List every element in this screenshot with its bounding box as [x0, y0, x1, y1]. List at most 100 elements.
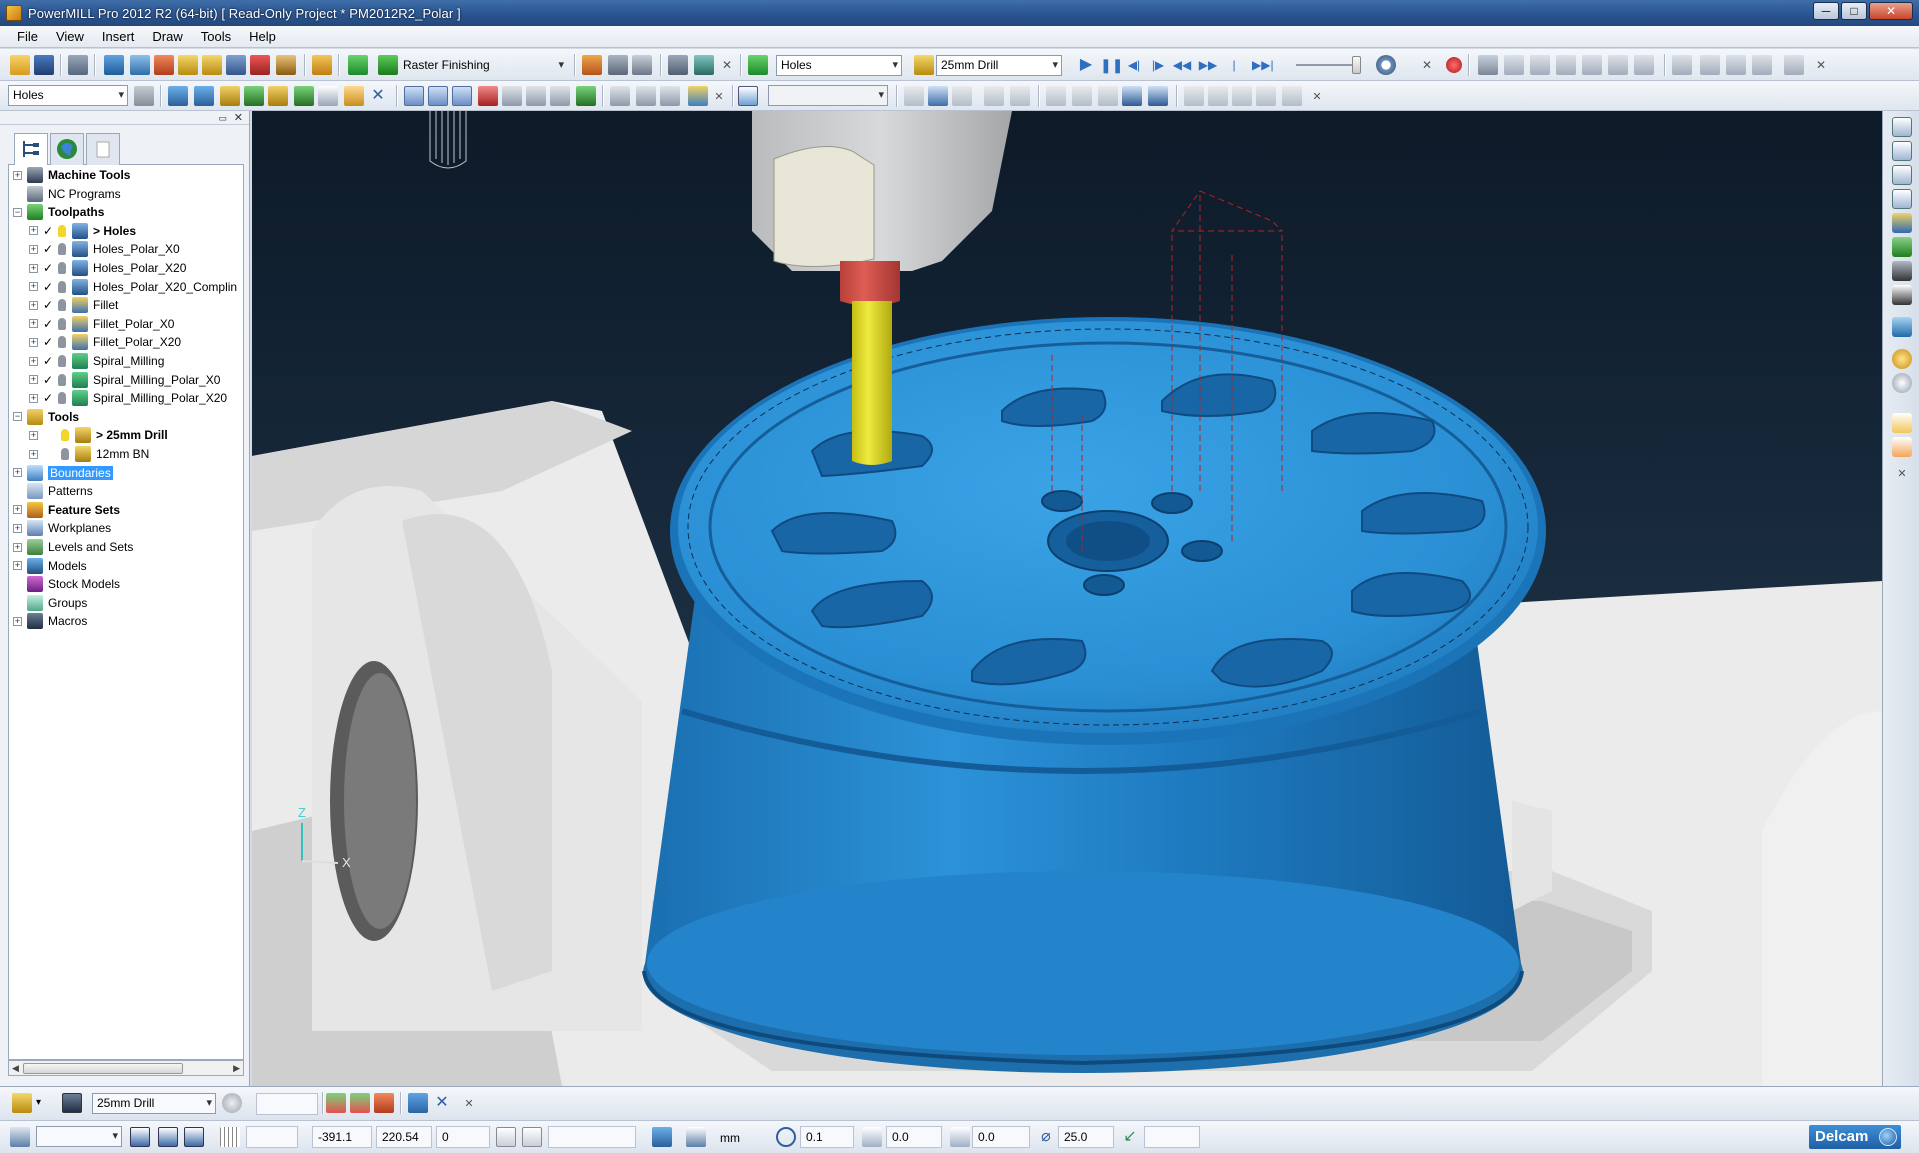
ruler-icon[interactable] [632, 55, 652, 75]
workplane-icon[interactable] [738, 86, 758, 106]
minimize-button[interactable]: ─ [1813, 2, 1839, 20]
tree-node[interactable]: + Boundaries [13, 464, 113, 482]
view-iso1-icon[interactable] [1892, 117, 1912, 137]
toolpath-edit2-icon[interactable] [350, 1093, 370, 1113]
toolpath-remove-icon[interactable] [374, 1093, 394, 1113]
tool-combo[interactable]: 25mm Drill [936, 55, 1062, 76]
expander-icon[interactable]: + [29, 356, 38, 366]
expander-icon[interactable]: + [13, 542, 22, 552]
wireframe-view-icon[interactable] [428, 86, 448, 106]
recycle-icon[interactable] [244, 86, 264, 106]
expander-icon[interactable]: − [13, 207, 22, 217]
print-icon[interactable] [68, 55, 88, 75]
workplane-status-combo[interactable] [36, 1126, 122, 1147]
surface-icon[interactable] [1098, 86, 1118, 106]
node-icon[interactable] [478, 86, 498, 106]
tree-node[interactable]: Stock Models [13, 575, 120, 593]
pocket-feature-icon[interactable] [268, 86, 288, 106]
tree-node[interactable]: + ✓ Holes_Polar_X20_Complin [29, 278, 237, 296]
view-cube3-icon[interactable] [184, 1127, 204, 1147]
create-tool-dropdown-icon[interactable]: ▾ [36, 1097, 48, 1109]
expander-icon[interactable]: + [13, 170, 22, 180]
clock-icon[interactable] [1376, 55, 1396, 75]
zoom-icon[interactable] [610, 86, 630, 106]
visibility-check-icon[interactable]: ✓ [43, 242, 55, 256]
tree-node[interactable]: + ✓ Holes_Polar_X0 [29, 240, 180, 258]
expander-icon[interactable]: + [29, 300, 38, 310]
delete-feature-icon[interactable]: ✕ [368, 86, 388, 106]
thickness-field[interactable]: 0.0 [886, 1126, 942, 1148]
tab-recycle[interactable] [86, 133, 120, 165]
strategy-combo[interactable]: Raster Finishing [398, 55, 568, 76]
export-icon[interactable] [1010, 86, 1030, 106]
menu-draw[interactable]: Draw [143, 29, 191, 44]
list-icon[interactable] [952, 86, 972, 106]
cancel-edit-icon[interactable] [1282, 86, 1302, 106]
import-icon[interactable] [984, 86, 1004, 106]
cut-icon[interactable] [1184, 86, 1204, 106]
tree-node[interactable]: + > 25mm Drill [29, 426, 168, 444]
active-bulb-icon[interactable] [58, 373, 66, 386]
active-bulb-icon[interactable] [58, 317, 66, 330]
visibility-check-icon[interactable]: ✓ [43, 391, 55, 405]
brush-icon[interactable] [408, 1093, 428, 1113]
play-icon[interactable]: ▶ [1076, 55, 1096, 75]
simulation-close-icon[interactable]: ✕ [1420, 58, 1434, 72]
tool-toolbar-close-icon[interactable]: ✕ [462, 1097, 476, 1111]
angle-field[interactable] [1144, 1126, 1200, 1148]
tolerance-field[interactable]: 0.1 [800, 1126, 854, 1148]
tree-node[interactable]: − Toolpaths [13, 203, 104, 221]
edit-node-icon[interactable] [502, 86, 522, 106]
expander-icon[interactable]: + [29, 282, 38, 292]
expander-icon[interactable]: + [29, 430, 38, 440]
go-start-icon[interactable]: |◀◀ [1224, 55, 1244, 92]
stock-options-icon[interactable] [1784, 55, 1804, 75]
split-icon[interactable] [550, 86, 570, 106]
scroll-thumb[interactable] [23, 1063, 183, 1074]
pin-icon[interactable]: ▭ [218, 113, 227, 124]
select-icon[interactable] [1892, 413, 1912, 433]
transform-icon[interactable] [928, 86, 948, 106]
tree-node[interactable]: + ✓ > Holes [29, 222, 136, 240]
tree-node[interactable]: + ✓ Fillet_Polar_X20 [29, 333, 181, 351]
rapid-move-icon[interactable] [130, 55, 150, 75]
view-iso3-icon[interactable] [1892, 165, 1912, 185]
active-bulb-icon[interactable] [58, 280, 66, 293]
arc-icon[interactable] [1072, 86, 1092, 106]
hole-icon[interactable] [168, 86, 188, 106]
tree-node[interactable]: + Levels and Sets [13, 538, 133, 556]
tree-node[interactable]: + ✓ Spiral_Milling [29, 352, 164, 370]
green-ruler-icon[interactable] [576, 86, 596, 106]
menu-view[interactable]: View [47, 29, 93, 44]
end-point-icon[interactable] [276, 55, 296, 75]
toolbar-close-icon[interactable]: ✕ [720, 58, 734, 72]
feeds-speeds-icon[interactable] [154, 55, 174, 75]
active-bulb-icon[interactable] [58, 355, 66, 367]
go-end-icon[interactable]: ▶▶| [1252, 55, 1274, 75]
diameter-field[interactable]: 25.0 [1058, 1126, 1114, 1148]
stock-tool-icon[interactable] [1608, 55, 1628, 75]
viewmill-close-icon[interactable]: ✕ [1814, 58, 1828, 72]
calculator-icon[interactable] [608, 55, 628, 75]
tree-node[interactable]: Groups [13, 594, 87, 612]
stock-shaded-icon[interactable] [1504, 55, 1524, 75]
visibility-check-icon[interactable]: ✓ [43, 224, 55, 238]
active-bulb-icon[interactable] [58, 243, 66, 256]
visibility-check-icon[interactable]: ✓ [43, 298, 55, 312]
check-icon[interactable] [1208, 86, 1228, 106]
visibility-check-icon[interactable]: ✓ [43, 261, 55, 275]
scroll-right-arrow[interactable]: ▶ [233, 1061, 240, 1075]
tree-node[interactable]: Patterns [13, 482, 93, 500]
tool-clear-icon[interactable]: ✕ [432, 1093, 452, 1113]
open-folder-icon[interactable] [10, 55, 30, 75]
machine-icon[interactable] [668, 55, 688, 75]
measure-icon[interactable] [526, 86, 546, 106]
curve-close-icon[interactable]: ✕ [1310, 90, 1324, 104]
workplane-status-icon[interactable] [10, 1127, 30, 1147]
expander-icon[interactable]: + [29, 337, 38, 347]
stock-direction-icon[interactable] [1556, 55, 1576, 75]
expander-icon[interactable]: + [13, 505, 22, 515]
visibility-check-icon[interactable]: ✓ [43, 373, 55, 387]
hole-feature-icon[interactable] [220, 86, 240, 106]
tree-node[interactable]: + ✓ Fillet [29, 296, 118, 314]
